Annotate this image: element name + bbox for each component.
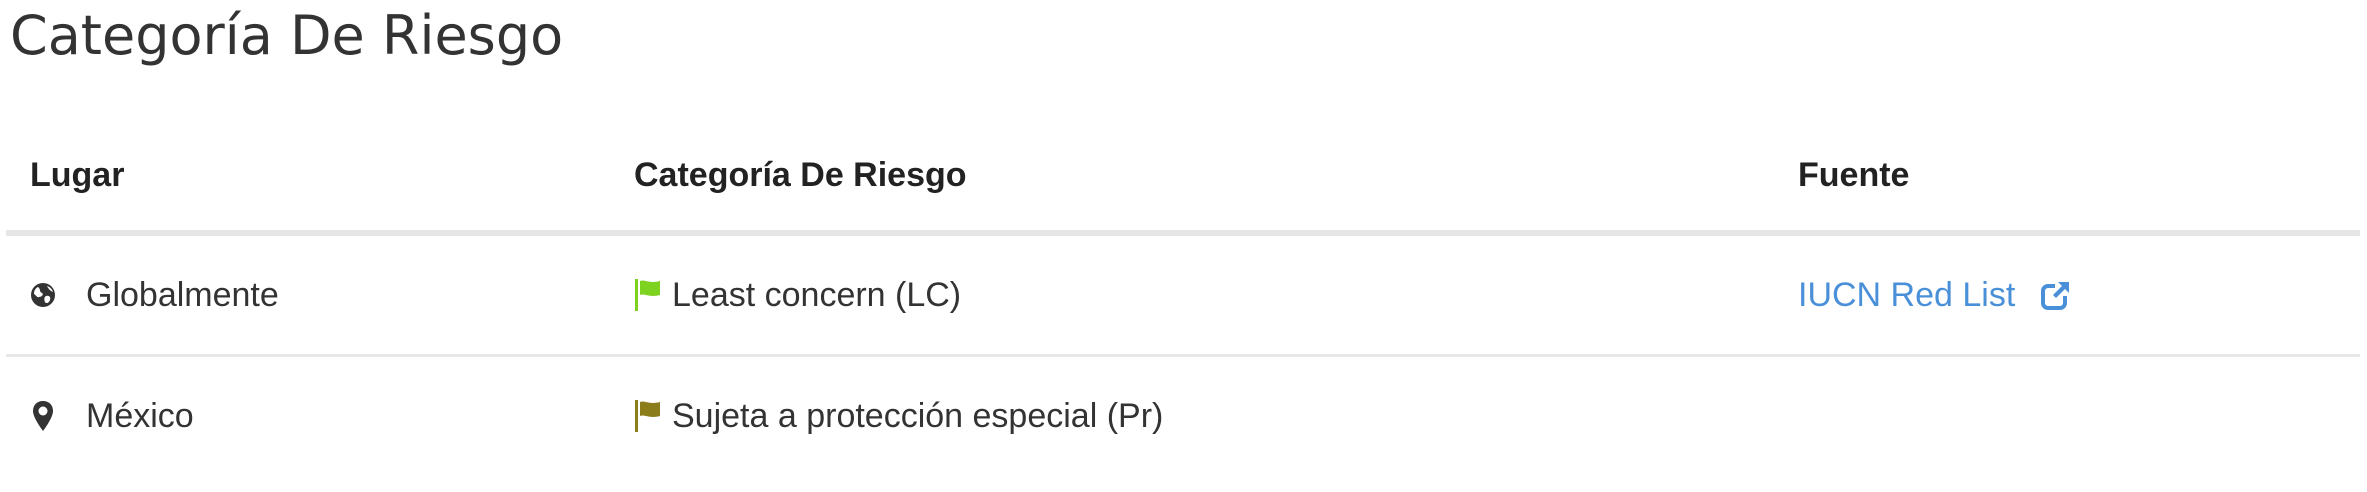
globe-icon — [30, 277, 56, 313]
external-link-icon[interactable] — [2041, 280, 2072, 310]
place-cell: México — [6, 356, 610, 476]
place-cell: Globalmente — [6, 233, 610, 357]
source-cell — [1774, 356, 2360, 476]
category-cell: Least concern (LC) — [610, 233, 1774, 357]
map-marker-icon — [30, 398, 56, 434]
header-place: Lugar — [6, 120, 610, 236]
source-cell: IUCN Red List — [1774, 233, 2360, 357]
iucn-red-list-link[interactable]: IUCN Red List — [1798, 276, 2015, 315]
place-label: Globalmente — [86, 275, 279, 314]
header-source: Fuente — [1774, 120, 2360, 236]
flag-icon — [634, 399, 662, 433]
page-title: Categoría De Riesgo — [10, 4, 564, 67]
category-label: Least concern (LC) — [672, 275, 962, 314]
flag-icon — [634, 278, 662, 312]
table-header-row: Lugar Categoría De Riesgo Fuente — [6, 120, 2360, 236]
table-row: Globalmente Least concern (LC) IUCN Red … — [6, 233, 2360, 357]
conservation-status-table: Lugar Categoría De Riesgo Fuente Globalm… — [6, 120, 2360, 475]
category-label: Sujeta a protección especial (Pr) — [672, 396, 1164, 435]
table-row: México Sujeta a protección especial (Pr) — [6, 356, 2360, 476]
header-category: Categoría De Riesgo — [610, 120, 1774, 236]
place-label: México — [86, 396, 194, 435]
category-cell: Sujeta a protección especial (Pr) — [610, 356, 1774, 476]
